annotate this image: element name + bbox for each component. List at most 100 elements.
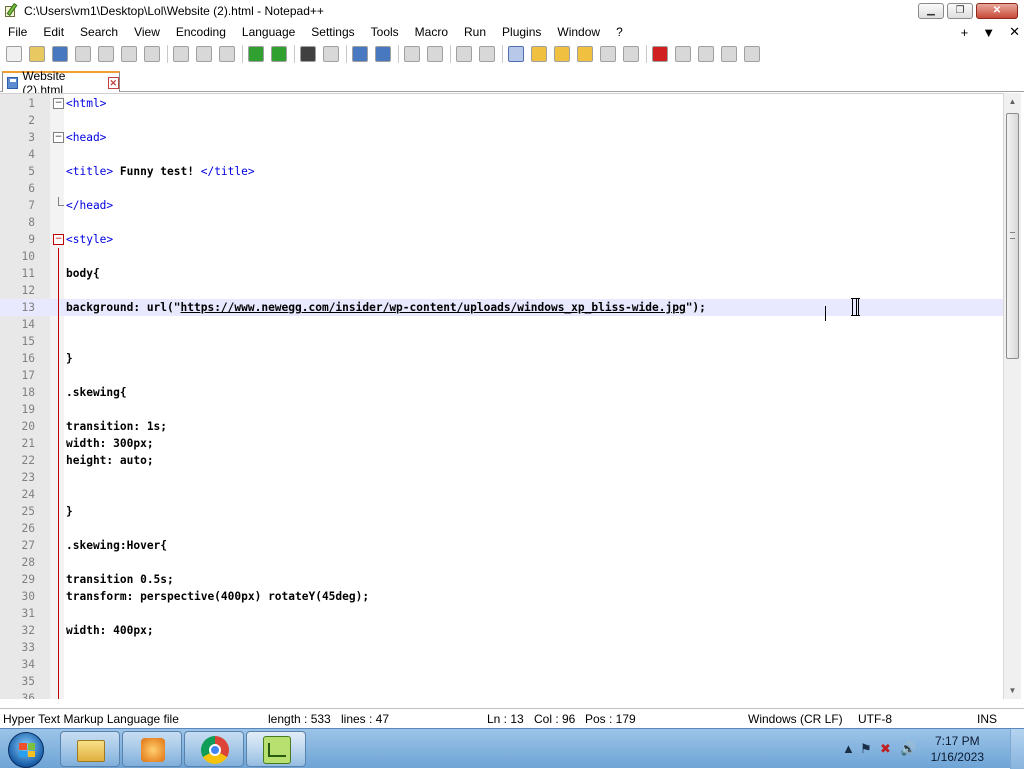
stop-macro-icon[interactable] [675,46,691,62]
code-line[interactable]: 12 [0,282,1003,299]
code-line[interactable]: 22 height: auto; [0,452,1003,469]
code-lines[interactable]: 1− <html> 2 3− <head> 4 5 <title> Funny test! <… [0,95,1003,699]
new-file-icon[interactable] [6,46,22,62]
fold-toggle-icon[interactable]: − [53,98,64,109]
show-all-chars-icon[interactable] [479,46,495,62]
print-icon[interactable] [144,46,160,62]
save-macro-icon[interactable] [744,46,760,62]
code-line[interactable]: 4 [0,146,1003,163]
status-eol[interactable]: Windows (CR LF) [748,712,843,726]
fold-toggle-icon[interactable]: − [53,234,64,245]
volume-icon[interactable]: 🔊 [900,741,916,757]
menu-plugins[interactable]: Plugins [494,22,549,42]
network-icon[interactable]: ✖ [880,741,891,757]
code-line[interactable]: 29 transition 0.5s; [0,571,1003,588]
zoom-out-icon[interactable] [375,46,391,62]
code-line[interactable]: 3 − <head> [0,129,1003,146]
code-line[interactable]: 24 [0,486,1003,503]
play-macro-icon[interactable] [698,46,714,62]
sync-vertical-icon[interactable] [404,46,420,62]
clock[interactable]: 7:17 PM 1/16/2023 [931,733,984,765]
run-macro-multiple-icon[interactable] [721,46,737,62]
code-line[interactable]: 18 .skewing{ [0,384,1003,401]
scroll-up-arrow-icon[interactable]: ▲ [1004,93,1021,110]
maximize-button[interactable]: ❐ [947,3,973,19]
menu-view[interactable]: View [126,22,168,42]
code-line[interactable]: 9 − <style> [0,231,1003,248]
code-line[interactable]: 5 <title> Funny test! </title> [0,163,1003,180]
status-encoding[interactable]: UTF-8 [858,712,892,726]
menu-window[interactable]: Window [549,22,608,42]
menu-search[interactable]: Search [72,22,126,42]
menu-help[interactable]: ? [608,22,631,42]
code-line[interactable]: 7 </head> [0,197,1003,214]
document-list-menu-button[interactable]: ▼ [982,25,995,40]
minimize-button[interactable]: ▁ [918,3,944,19]
notepadpp-app-icon[interactable] [4,3,18,18]
menu-tools[interactable]: Tools [363,22,407,42]
code-line[interactable]: 10 [0,248,1003,265]
code-line[interactable]: 14 [0,316,1003,333]
menu-macro[interactable]: Macro [407,22,456,42]
redo-icon[interactable] [271,46,287,62]
paste-icon[interactable] [219,46,235,62]
menu-run[interactable]: Run [456,22,494,42]
menu-language[interactable]: Language [234,22,303,42]
save-all-icon[interactable] [75,46,91,62]
replace-icon[interactable] [323,46,339,62]
word-wrap-icon[interactable] [456,46,472,62]
code-line[interactable]: 21 width: 300px; [0,435,1003,452]
fold-toggle-icon[interactable]: − [53,132,64,143]
code-line[interactable]: 23 [0,469,1003,486]
code-line[interactable]: 30 transform: perspective(400px) rotateY(… [0,588,1003,605]
taskbar-notepadpp[interactable] [246,731,306,767]
cut-icon[interactable] [173,46,189,62]
code-line[interactable]: 1 − <html> [0,95,1003,112]
code-line[interactable]: 32 width: 400px; [0,622,1003,639]
save-icon[interactable] [52,46,68,62]
menu-edit[interactable]: Edit [35,22,72,42]
document-map-icon[interactable] [554,46,570,62]
open-file-icon[interactable] [29,46,45,62]
close-button[interactable]: ✕ [976,3,1018,19]
tab-close-icon[interactable]: ✕ [107,76,119,89]
code-line[interactable]: 15 [0,333,1003,350]
undo-icon[interactable] [248,46,264,62]
find-icon[interactable] [300,46,316,62]
code-line[interactable]: 28 [0,554,1003,571]
menu-settings[interactable]: Settings [303,22,362,42]
menu-file[interactable]: File [0,22,35,42]
taskbar-explorer[interactable] [60,731,120,767]
code-line[interactable]: 20 transition: 1s; [0,418,1003,435]
zoom-in-icon[interactable] [352,46,368,62]
code-line[interactable]: 26 [0,520,1003,537]
monitoring-icon[interactable] [623,46,639,62]
taskbar-chrome[interactable] [184,731,244,767]
scroll-down-arrow-icon[interactable]: ▼ [1004,682,1021,699]
code-line[interactable]: 31 [0,605,1003,622]
code-line[interactable]: 19 [0,401,1003,418]
sync-horizontal-icon[interactable] [427,46,443,62]
code-line[interactable]: 2 [0,112,1003,129]
copy-icon[interactable] [196,46,212,62]
show-hidden-icons-icon[interactable]: ▲ [842,741,855,756]
code-line[interactable]: 8 [0,214,1003,231]
tab-website-html[interactable]: Website (2).html ✕ [2,69,120,97]
code-line[interactable]: 11 body{ [0,265,1003,282]
status-insert-mode[interactable]: INS [977,712,997,726]
code-editor[interactable]: 1− <html> 2 3− <head> 4 5 <title> Funny test! <… [0,93,1003,699]
start-button[interactable] [8,732,44,768]
close-document-menu-button[interactable]: ✕ [1009,24,1020,40]
record-macro-icon[interactable] [652,46,668,62]
code-line[interactable]: 27 .skewing:Hover{ [0,537,1003,554]
code-line[interactable]: 36 [0,690,1003,699]
indent-guide-icon[interactable] [508,46,524,62]
taskbar-media-player[interactable] [122,731,182,767]
code-line[interactable]: 6 [0,180,1003,197]
vertical-scrollbar[interactable]: ▲ ▼ [1003,93,1021,699]
code-line[interactable]: 33 [0,639,1003,656]
function-list-icon[interactable] [577,46,593,62]
code-line[interactable]: 34 [0,656,1003,673]
new-document-menu-button[interactable]: + [961,25,969,40]
close-all-icon[interactable] [121,46,137,62]
